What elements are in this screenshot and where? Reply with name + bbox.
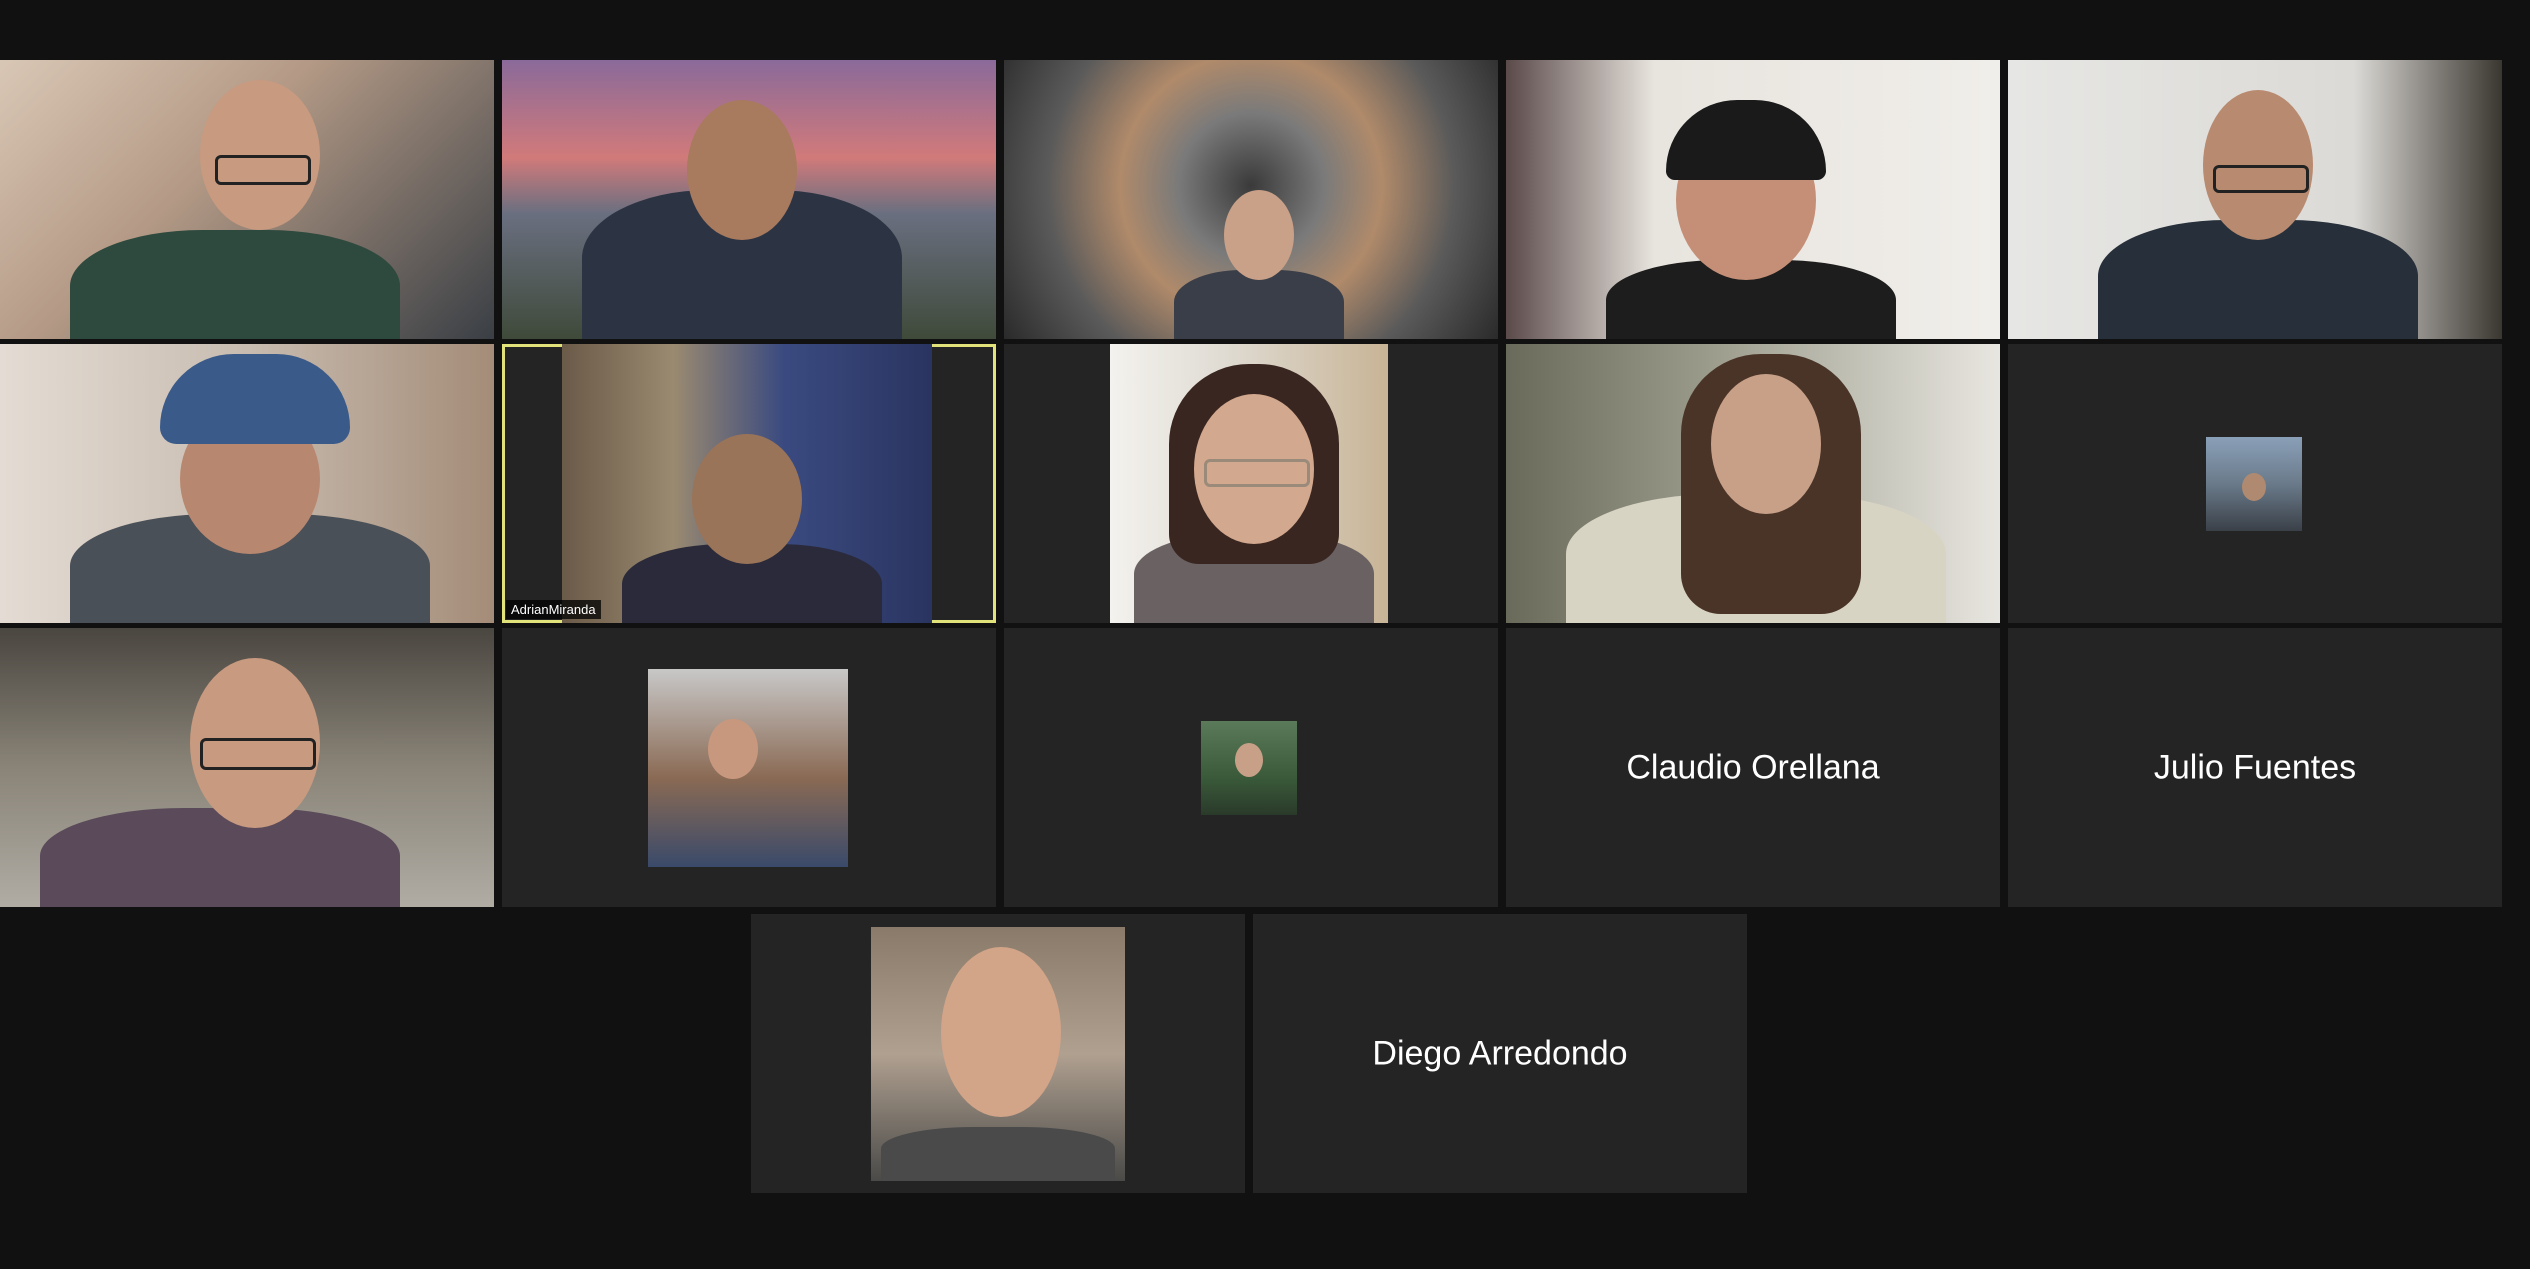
participant-name: Claudio Orellana xyxy=(1626,748,1880,786)
participant-body xyxy=(40,808,400,907)
profile-face xyxy=(708,719,758,779)
participant-tile-adrian-miranda[interactable]: AdrianMiranda xyxy=(502,344,996,623)
profile-picture xyxy=(2206,437,2302,531)
participant-tile-10[interactable] xyxy=(2008,344,2502,623)
participant-face xyxy=(1224,190,1294,280)
participant-name: Diego Arredondo xyxy=(1372,1034,1628,1072)
participant-name-tag: AdrianMiranda xyxy=(506,600,601,619)
participant-tile-6[interactable] xyxy=(0,344,494,623)
participant-tile-11[interactable] xyxy=(0,628,494,907)
profile-body xyxy=(881,1127,1115,1181)
participant-tile-16[interactable] xyxy=(751,914,1245,1193)
profile-picture xyxy=(871,927,1125,1181)
participant-glasses xyxy=(2213,165,2309,193)
participant-tile-1[interactable] xyxy=(0,60,494,339)
participant-body xyxy=(1174,270,1344,339)
participant-tile-diego-arredondo[interactable]: Diego Arredondo xyxy=(1253,914,1747,1193)
profile-picture xyxy=(1201,721,1297,815)
participant-face xyxy=(1711,374,1821,514)
participant-tile-13[interactable] xyxy=(1004,628,1498,907)
participant-glasses xyxy=(1204,459,1310,487)
participant-name: Julio Fuentes xyxy=(2153,748,2357,786)
profile-picture xyxy=(648,669,848,867)
participant-tile-12[interactable] xyxy=(502,628,996,907)
profile-face xyxy=(2242,473,2266,501)
profile-face xyxy=(1235,743,1263,777)
participant-tile-5[interactable] xyxy=(2008,60,2502,339)
participant-tile-3[interactable] xyxy=(1004,60,1498,339)
participant-tile-2[interactable] xyxy=(502,60,996,339)
participant-tile-4[interactable] xyxy=(1506,60,2000,339)
participant-face xyxy=(692,434,802,564)
participant-glasses xyxy=(200,738,316,770)
participant-glasses xyxy=(215,155,311,185)
profile-face xyxy=(941,947,1061,1117)
participant-face xyxy=(687,100,797,240)
participant-tile-9[interactable] xyxy=(1506,344,2000,623)
participant-body xyxy=(70,230,400,339)
participant-tile-claudio-orellana[interactable]: Claudio Orellana xyxy=(1506,628,2000,907)
participant-tile-julio-fuentes[interactable]: Julio Fuentes xyxy=(2008,628,2502,907)
participant-tile-8[interactable] xyxy=(1004,344,1498,623)
